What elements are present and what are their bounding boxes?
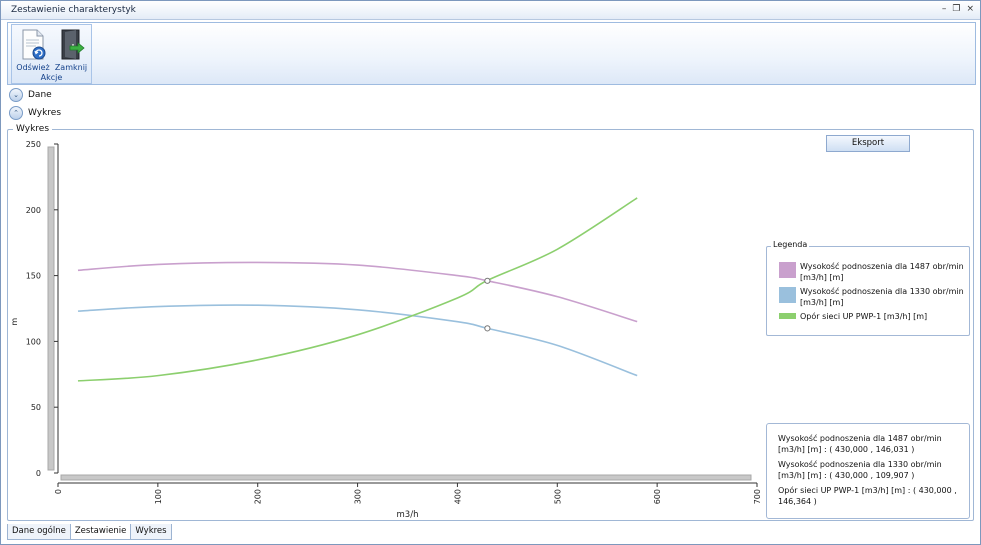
restore-icon[interactable]: ❐ [952, 4, 960, 14]
x-tick-label: 100 [154, 489, 163, 504]
bottom-tabs: Dane ogólne Zestawienie Wykres [7, 524, 172, 540]
section-chart-label: Wykres [28, 108, 62, 118]
chart-panel-title: Wykres [13, 124, 53, 134]
ribbon: Odśwież Zamknij Akcje [7, 22, 976, 85]
y-tick-label: 0 [36, 469, 41, 478]
tracker-info-box: Wysokość podnoszenia dla 1487 obr/min [m… [766, 423, 970, 519]
collapse-up-icon[interactable]: ⌃ [9, 106, 23, 120]
x-tick-label: 400 [453, 489, 462, 504]
legend-item-label: Opór sieci UP PWP-1 [m3/h] [m] [800, 312, 928, 321]
close-button-label: Zamknij [54, 63, 88, 72]
tab-summary[interactable]: Zestawienie [69, 524, 132, 540]
y-tick-label: 200 [26, 206, 41, 215]
x-tick-label: 300 [354, 489, 363, 504]
legend-item-label: Wysokość podnoszenia dla 1487 obr/min [m… [800, 262, 964, 282]
expand-down-icon[interactable]: ⌄ [9, 88, 23, 102]
tracker-line: Wysokość podnoszenia dla 1330 obr/min [m… [778, 460, 942, 480]
series-line-3 [77, 197, 638, 382]
y-tick-label: 100 [26, 337, 41, 346]
x-tick-label: 500 [553, 489, 562, 504]
refresh-button-label: Odśwież [16, 63, 50, 72]
tracker-marker [484, 277, 491, 284]
window-controls: – ❐ × [942, 4, 974, 14]
y-tick-label: 50 [31, 403, 41, 412]
tracker-marker [484, 325, 491, 332]
section-chart-toggle[interactable]: ⌃ Wykres [9, 106, 61, 120]
chart: 0 50 100 150 200 250 0 100 200 300 400 500 600 700 m m3… [10, 140, 761, 520]
door-exit-icon [61, 29, 85, 60]
x-tick-label: 600 [653, 489, 662, 504]
close-icon[interactable]: × [966, 4, 974, 14]
tracker-line: Opór sieci UP PWP-1 [m3/h] [m] : ( 430,0… [778, 486, 957, 506]
tab-chart[interactable]: Wykres [130, 524, 172, 540]
y-tick-label: 150 [26, 272, 41, 281]
y-scrollbar[interactable] [47, 146, 55, 471]
legend-item: Wysokość podnoszenia dla 1487 obr/min [m… [779, 261, 964, 283]
series-line-1 [77, 261, 638, 323]
ribbon-group-label: Akcje [40, 73, 63, 82]
legend-title: Legenda [771, 240, 810, 249]
section-data-label: Dane [28, 90, 52, 100]
series-line-2 [77, 304, 638, 377]
refresh-button[interactable]: Odśwież [14, 27, 52, 72]
legend-item: Wysokość podnoszenia dla 1330 obr/min [m… [779, 286, 964, 308]
y-axis-label: m [10, 318, 19, 326]
tab-general-data[interactable]: Dane ogólne [7, 524, 71, 540]
x-tick-label: 700 [753, 489, 761, 504]
window-title: Zestawienie charakterystyk [11, 5, 136, 15]
legend-swatch [779, 313, 796, 319]
main-window: Zestawienie charakterystyk – ❐ × Odśwież… [0, 0, 981, 545]
legend-swatch [779, 287, 796, 303]
x-scrollbar[interactable] [60, 474, 752, 481]
title-bar: Zestawienie charakterystyk – ❐ × [1, 1, 980, 20]
export-button[interactable]: Eksport [826, 135, 910, 152]
legend-swatch [779, 262, 796, 278]
x-tick-label: 0 [54, 489, 63, 494]
y-tick-label: 250 [26, 140, 41, 149]
legend-item: Opór sieci UP PWP-1 [m3/h] [m] [779, 311, 964, 322]
legend-item-label: Wysokość podnoszenia dla 1330 obr/min [m… [800, 287, 964, 307]
ribbon-group-actions: Odśwież Zamknij Akcje [11, 24, 92, 84]
minimize-icon[interactable]: – [942, 4, 947, 14]
close-button[interactable]: Zamknij [52, 27, 90, 72]
x-tick-label: 200 [254, 489, 263, 504]
tracker-line: Wysokość podnoszenia dla 1487 obr/min [m… [778, 434, 942, 454]
section-data-toggle[interactable]: ⌄ Dane [9, 88, 52, 102]
document-refresh-icon [22, 29, 46, 60]
x-axis-label: m3/h [397, 510, 419, 520]
